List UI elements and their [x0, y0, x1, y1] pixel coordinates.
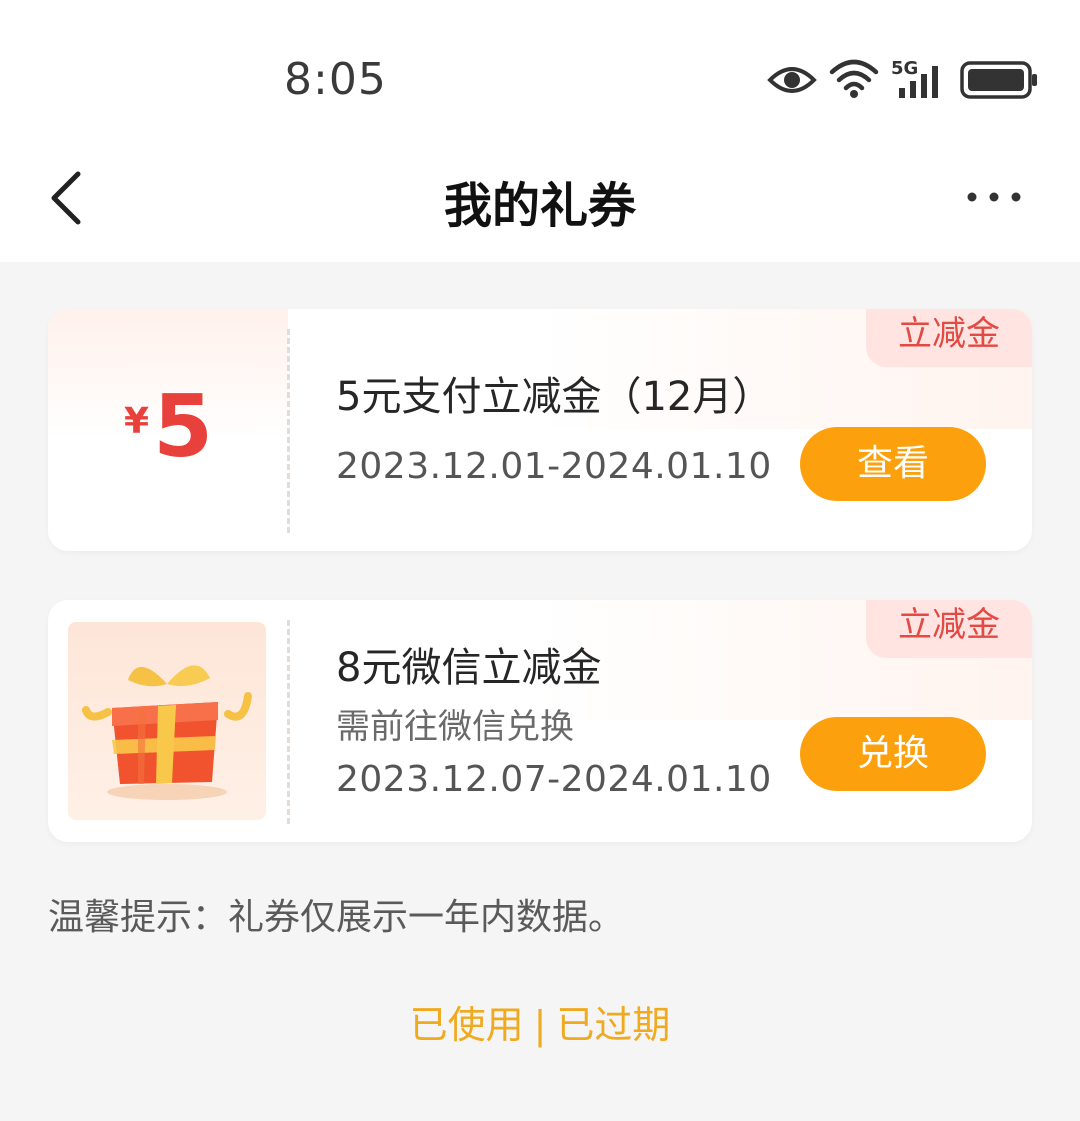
more-icon[interactable]: [962, 180, 1026, 214]
redeem-button[interactable]: 兑换: [800, 717, 986, 791]
coupon-card[interactable]: 立减金 8元微信立减金 需前往微信兑换 2023.12.07-2024.01.1…: [48, 600, 1032, 842]
expired-link[interactable]: 已过期: [556, 1003, 670, 1047]
status-icons: 5G: [767, 58, 1042, 102]
top-bar: 8:05 5G 我的礼券: [0, 0, 1080, 262]
tip-text: 温馨提示：礼券仅展示一年内数据。: [48, 897, 625, 938]
coupon-type-tag: 立减金: [866, 309, 1032, 367]
wifi-icon: [829, 59, 879, 98]
coupon-title: 8元微信立减金: [336, 645, 602, 691]
status-time: 8:05: [284, 54, 387, 105]
signal-icon: [899, 66, 938, 98]
amount-value: 5: [153, 377, 213, 477]
coupon-type-tag: 立减金: [866, 600, 1032, 658]
used-link[interactable]: 已使用: [410, 1003, 524, 1047]
battery-icon: [960, 61, 1037, 99]
link-separator: |: [533, 1003, 547, 1047]
currency-symbol: ¥: [124, 401, 150, 442]
gift-box-icon: [68, 622, 266, 820]
coupon-subtitle: 需前往微信兑换: [336, 707, 574, 747]
footer-links: 已使用 | 已过期: [0, 994, 1080, 1049]
dashed-divider: [287, 329, 290, 533]
coupon-card[interactable]: ¥5 立减金 5元支付立减金（12月） 2023.12.01-2024.01.1…: [48, 309, 1032, 551]
coupon-title: 5元支付立减金（12月）: [336, 374, 773, 420]
coupon-date-range: 2023.12.07-2024.01.10: [336, 759, 772, 800]
dashed-divider: [287, 620, 290, 824]
view-button[interactable]: 查看: [800, 427, 986, 501]
eye-icon: [767, 67, 817, 93]
page-title: 我的礼券: [443, 178, 636, 234]
coupon-amount: ¥5: [124, 377, 213, 477]
coupon-date-range: 2023.12.01-2024.01.10: [336, 446, 772, 487]
